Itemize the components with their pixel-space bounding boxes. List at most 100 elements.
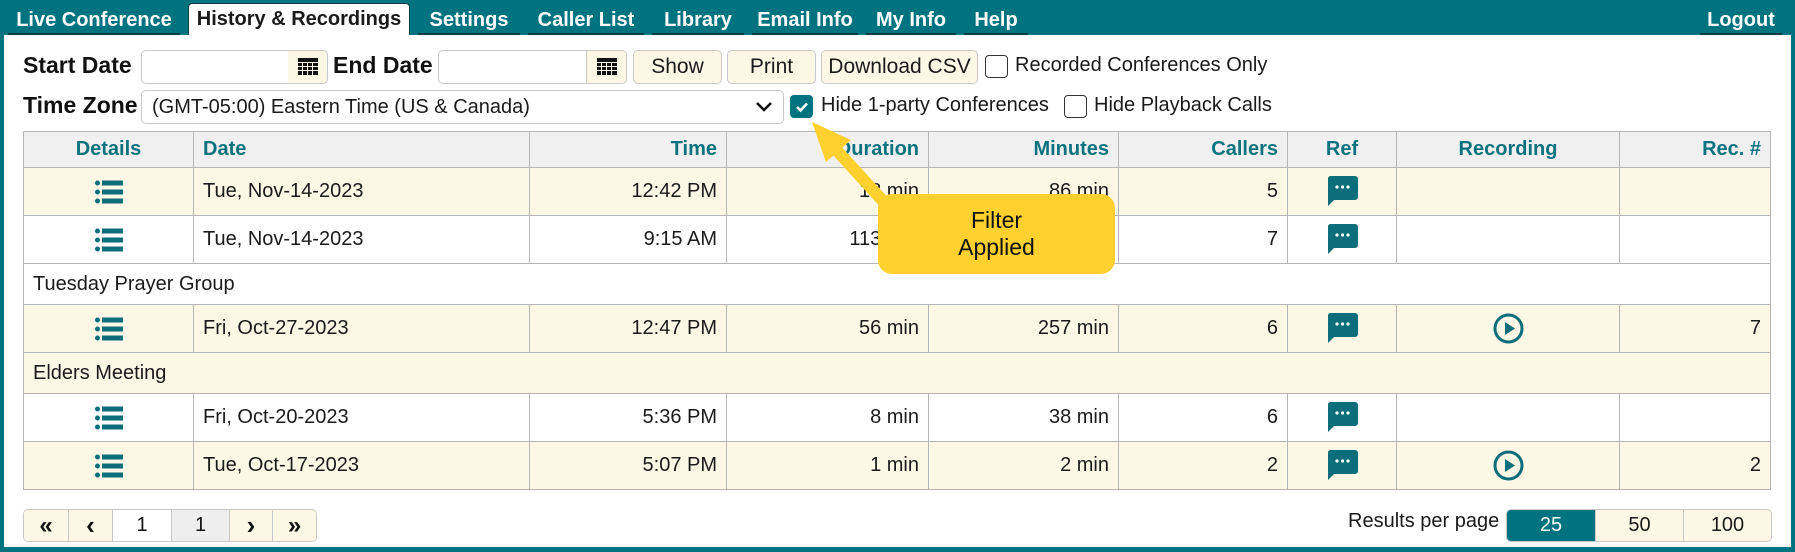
end-date-input[interactable] <box>438 50 587 84</box>
callout-line-2: Applied <box>958 234 1035 260</box>
duration-cell: 8 min <box>726 394 928 441</box>
rec-no-cell <box>1619 216 1771 263</box>
tab-library[interactable]: Library <box>652 5 744 35</box>
duration-cell: 56 min <box>726 305 928 352</box>
tab-live-conference[interactable]: Live Conference <box>8 5 180 35</box>
date-cell: Tue, Nov-14-2023 <box>193 216 529 263</box>
tab-settings[interactable]: Settings <box>418 5 520 35</box>
download-csv-button[interactable]: Download CSV <box>821 50 978 84</box>
table-header: Details Date Time Duration Minutes Calle… <box>23 131 1771 168</box>
comment-icon <box>1327 313 1358 343</box>
nav-bar: Live Conference History & Recordings Set… <box>0 0 1795 35</box>
callers-cell: 5 <box>1118 168 1287 215</box>
recording-cell[interactable] <box>1396 305 1619 352</box>
callers-cell: 6 <box>1118 305 1287 352</box>
tab-help[interactable]: Help <box>964 5 1028 35</box>
ref-cell[interactable] <box>1287 442 1396 489</box>
rpp-option-25[interactable]: 25 <box>1507 510 1595 541</box>
col-recording[interactable]: Recording <box>1396 132 1619 167</box>
comment-icon <box>1327 224 1358 254</box>
comment-icon <box>1327 176 1358 206</box>
date-cell: Tue, Oct-17-2023 <box>193 442 529 489</box>
first-page-button[interactable]: « <box>24 510 68 541</box>
col-time[interactable]: Time <box>529 132 726 167</box>
ref-cell[interactable] <box>1287 168 1396 215</box>
comment-icon <box>1327 402 1358 432</box>
hide-one-party-label: Hide 1-party Conferences <box>821 94 1049 116</box>
recorded-only-label: Recorded Conferences Only <box>1015 54 1268 76</box>
date-cell: Fri, Oct-27-2023 <box>193 305 529 352</box>
rec-no-cell <box>1619 168 1771 215</box>
calendar-icon <box>596 58 617 75</box>
col-minutes[interactable]: Minutes <box>928 132 1118 167</box>
col-date[interactable]: Date <box>193 132 529 167</box>
callout-line-1: Filter <box>970 207 1023 233</box>
recording-cell[interactable] <box>1396 442 1619 489</box>
tab-history-recordings[interactable]: History & Recordings <box>188 3 410 35</box>
start-date-input[interactable] <box>141 50 289 84</box>
hide-playback-label: Hide Playback Calls <box>1094 94 1272 116</box>
recording-cell <box>1396 394 1619 441</box>
table-row[interactable]: Tue, Oct-17-2023 5:07 PM 1 min 2 min 2 2 <box>23 442 1771 490</box>
time-cell: 12:42 PM <box>529 168 726 215</box>
page-number-input[interactable]: 1 <box>112 510 171 541</box>
table-row[interactable]: Fri, Oct-20-2023 5:36 PM 8 min 38 min 6 <box>23 394 1771 442</box>
hide-one-party-checkbox[interactable] <box>790 95 813 118</box>
ref-cell[interactable] <box>1287 394 1396 441</box>
play-circle-icon <box>1493 450 1523 481</box>
last-page-button[interactable]: » <box>272 510 316 541</box>
tab-my-info[interactable]: My Info <box>866 5 956 35</box>
col-details[interactable]: Details <box>23 132 193 167</box>
results-per-page-selector: 25 50 100 <box>1506 509 1772 542</box>
group-label: Elders Meeting <box>33 361 167 384</box>
ref-cell[interactable] <box>1287 216 1396 263</box>
prev-page-button[interactable]: ‹ <box>68 510 112 541</box>
callers-cell: 7 <box>1118 216 1287 263</box>
time-cell: 5:36 PM <box>529 394 726 441</box>
col-rec-number[interactable]: Rec. # <box>1619 132 1771 167</box>
minutes-cell: 257 min <box>928 305 1118 352</box>
col-callers[interactable]: Callers <box>1118 132 1287 167</box>
timezone-label: Time Zone <box>23 92 138 118</box>
details-button[interactable] <box>23 216 193 263</box>
next-page-button[interactable]: › <box>229 510 272 541</box>
col-duration[interactable]: Duration <box>726 132 928 167</box>
details-button[interactable] <box>23 394 193 441</box>
start-date-label: Start Date <box>23 52 132 78</box>
rec-no-cell: 2 <box>1619 442 1771 489</box>
duration-cell: 1 min <box>726 442 928 489</box>
print-button[interactable]: Print <box>727 50 816 84</box>
tab-email-info[interactable]: Email Info <box>752 5 858 35</box>
tab-caller-list[interactable]: Caller List <box>528 5 644 35</box>
ref-cell[interactable] <box>1287 305 1396 352</box>
logout-link[interactable]: Logout <box>1700 5 1782 35</box>
show-button[interactable]: Show <box>633 50 722 84</box>
timezone-select[interactable]: (GMT-05:00) Eastern Time (US & Canada) <box>141 90 784 124</box>
recorded-only-checkbox[interactable] <box>985 55 1008 78</box>
table-row[interactable]: Fri, Oct-27-2023 12:47 PM 56 min 257 min 6 7 <box>23 305 1771 353</box>
details-button[interactable] <box>23 305 193 352</box>
hide-playback-checkbox[interactable] <box>1064 95 1087 118</box>
details-button[interactable] <box>23 442 193 489</box>
group-header-row: Elders Meeting <box>23 353 1771 394</box>
list-icon <box>94 454 123 477</box>
time-cell: 9:15 AM <box>529 216 726 263</box>
group-label: Tuesday Prayer Group <box>33 272 235 295</box>
col-ref[interactable]: Ref <box>1287 132 1396 167</box>
total-pages: 1 <box>171 510 229 541</box>
results-per-page-label: Results per page <box>1348 510 1500 532</box>
callers-cell: 6 <box>1118 394 1287 441</box>
end-date-label: End Date <box>333 52 433 78</box>
timezone-value: (GMT-05:00) Eastern Time (US & Canada) <box>152 96 530 118</box>
play-circle-icon <box>1493 313 1523 344</box>
start-date-calendar-button[interactable] <box>288 50 328 84</box>
rec-no-cell: 7 <box>1619 305 1771 352</box>
rpp-option-50[interactable]: 50 <box>1595 510 1683 541</box>
details-button[interactable] <box>23 168 193 215</box>
checkmark-icon <box>795 102 808 112</box>
chevron-down-icon <box>755 91 773 133</box>
list-icon <box>94 228 123 251</box>
filter-applied-callout: Filter Applied <box>878 194 1115 274</box>
end-date-calendar-button[interactable] <box>587 50 627 84</box>
rpp-option-100[interactable]: 100 <box>1683 510 1771 541</box>
